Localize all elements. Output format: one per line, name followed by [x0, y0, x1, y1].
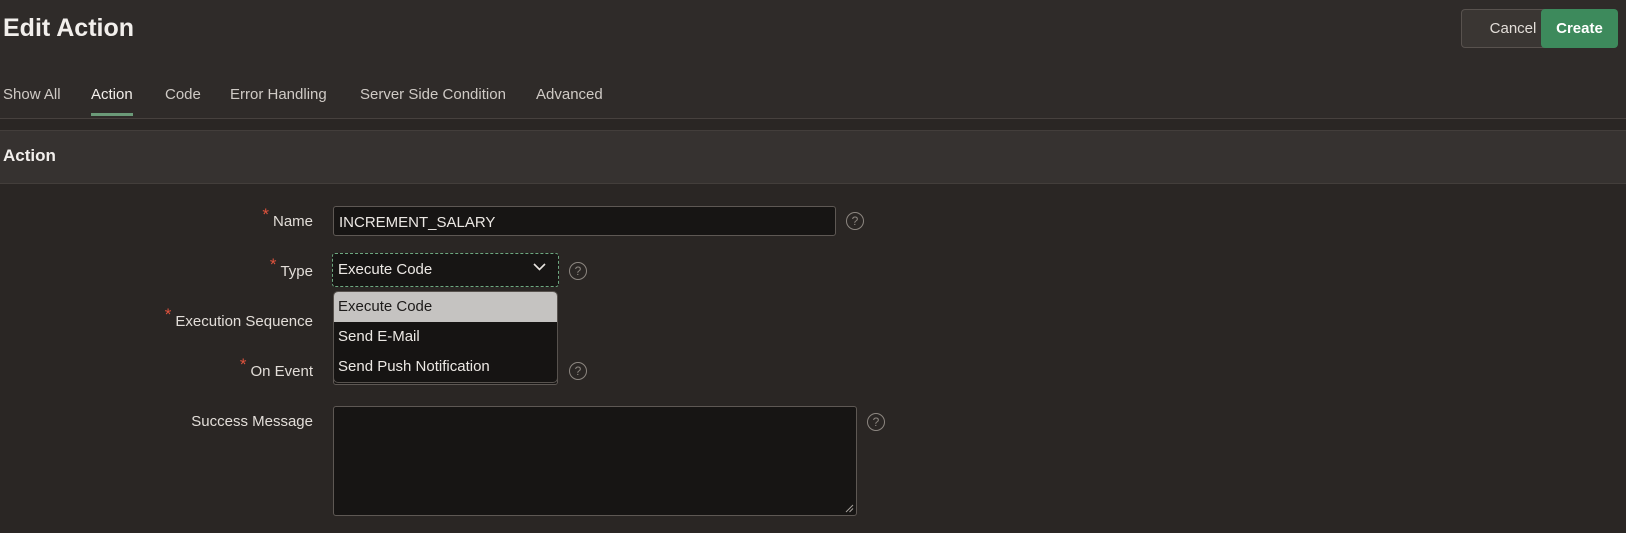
type-dropdown-menu: Execute Code Send E-Mail Send Push Notif… [333, 291, 558, 383]
success-message-label: Success Message [191, 413, 313, 430]
on-event-label: * On Event [240, 355, 313, 381]
chevron-down-icon [533, 263, 546, 271]
page-header: Edit Action Cancel Create Show All Actio… [0, 0, 1626, 118]
required-marker: * [239, 355, 247, 374]
help-icon[interactable]: ? [867, 413, 885, 431]
section-title: Action [3, 146, 56, 165]
tab-show-all[interactable]: Show All [3, 86, 61, 113]
tab-action[interactable]: Action [91, 86, 133, 116]
help-icon[interactable]: ? [569, 262, 587, 280]
tab-server-side-condition[interactable]: Server Side Condition [360, 86, 506, 113]
execution-sequence-label-text: Execution Sequence [175, 313, 313, 330]
name-label-text: Name [272, 213, 313, 230]
tab-advanced[interactable]: Advanced [536, 86, 603, 113]
help-icon[interactable]: ? [569, 362, 587, 380]
type-label-text: Type [280, 263, 313, 280]
name-label: * Name [262, 205, 313, 231]
tab-error-handling[interactable]: Error Handling [230, 86, 327, 113]
type-select-value: Execute Code [338, 261, 433, 278]
type-label: * Type [270, 255, 313, 281]
help-icon[interactable]: ? [846, 212, 864, 230]
dropdown-option-send-email[interactable]: Send E-Mail [334, 322, 557, 352]
required-marker: * [164, 305, 172, 324]
dropdown-option-send-push-notification[interactable]: Send Push Notification [334, 352, 557, 382]
required-marker: * [262, 205, 269, 224]
success-message-textarea[interactable] [333, 406, 857, 516]
page-title: Edit Action [3, 14, 135, 42]
dropdown-option-execute-code[interactable]: Execute Code [334, 292, 557, 322]
success-message-label-text: Success Message [191, 413, 313, 430]
name-input[interactable]: INCREMENT_SALARY [333, 206, 836, 236]
section-header: Action [0, 130, 1626, 184]
execution-sequence-label: * Execution Sequence [165, 305, 313, 331]
create-button[interactable]: Create [1541, 9, 1618, 48]
resize-handle-icon[interactable] [845, 504, 854, 513]
on-event-label-text: On Event [250, 363, 313, 380]
type-select[interactable]: Execute Code [332, 253, 559, 287]
header-divider [0, 118, 1626, 119]
tab-code[interactable]: Code [165, 86, 201, 113]
required-marker: * [269, 255, 277, 274]
